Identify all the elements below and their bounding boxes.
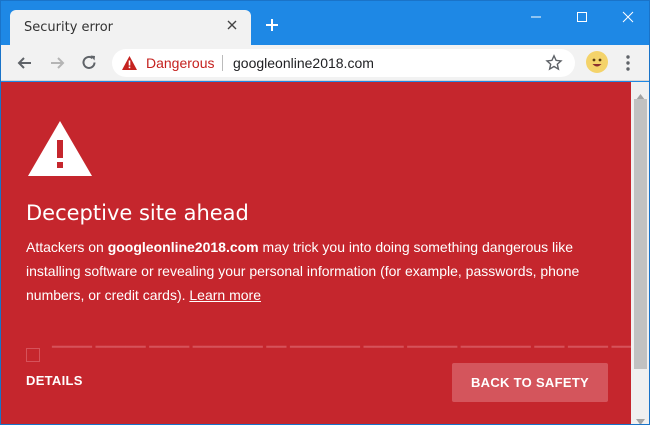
title-bar: Security error xyxy=(1,1,649,45)
tab-security-error[interactable]: Security error xyxy=(10,10,251,45)
new-tab-icon[interactable] xyxy=(263,16,281,34)
bookmark-star-icon[interactable] xyxy=(545,54,563,77)
scrollbar[interactable] xyxy=(631,82,649,424)
browser-window: Security error Dangerous googleonline201… xyxy=(0,0,650,425)
desc-domain: googleonline2018.com xyxy=(107,239,259,255)
omnibox-divider xyxy=(222,55,223,71)
faint-text-placeholder: ▔▔▔▔ ▔▔▔▔▔ ▔▔▔▔ ▔▔▔▔▔▔▔ ▔▔ ▔▔▔▔▔▔▔ ▔▔▔▔ … xyxy=(52,346,631,361)
warning-description: Attackers on googleonline2018.com may tr… xyxy=(26,235,606,307)
tab-title: Security error xyxy=(24,20,113,35)
security-status-label[interactable]: Dangerous xyxy=(146,55,215,71)
url-text[interactable]: googleonline2018.com xyxy=(233,55,374,71)
desc-prefix: Attackers on xyxy=(26,239,108,255)
scrollbar-thumb[interactable] xyxy=(634,99,647,369)
close-icon[interactable] xyxy=(605,1,649,33)
reporting-checkbox[interactable] xyxy=(26,347,40,362)
minimize-icon[interactable] xyxy=(513,1,559,33)
back-to-safety-button[interactable]: BACK TO SAFETY xyxy=(452,363,608,402)
reload-icon[interactable] xyxy=(79,53,99,73)
details-button[interactable]: DETAILS xyxy=(26,373,83,388)
address-bar[interactable]: Dangerous googleonline2018.com xyxy=(112,49,575,77)
learn-more-link[interactable]: Learn more xyxy=(189,287,261,303)
maximize-icon[interactable] xyxy=(559,1,605,33)
forward-arrow-icon[interactable] xyxy=(47,53,67,73)
page-heading: Deceptive site ahead xyxy=(26,201,249,225)
tab-close-icon[interactable] xyxy=(223,16,241,34)
extended-reporting-checkbox-row[interactable]: ▔▔▔▔ ▔▔▔▔▔ ▔▔▔▔ ▔▔▔▔▔▔▔ ▔▔ ▔▔▔▔▔▔▔ ▔▔▔▔ … xyxy=(26,346,631,362)
more-menu-icon[interactable] xyxy=(620,53,636,73)
toolbar: Dangerous googleonline2018.com xyxy=(1,45,649,81)
back-arrow-icon[interactable] xyxy=(15,53,35,73)
safe-browsing-interstitial: Deceptive site ahead Attackers on google… xyxy=(1,82,631,424)
large-warning-icon xyxy=(26,118,94,183)
profile-avatar-icon[interactable] xyxy=(586,51,608,73)
scroll-down-arrow-icon[interactable] xyxy=(636,412,645,424)
danger-warning-icon[interactable] xyxy=(121,55,138,76)
